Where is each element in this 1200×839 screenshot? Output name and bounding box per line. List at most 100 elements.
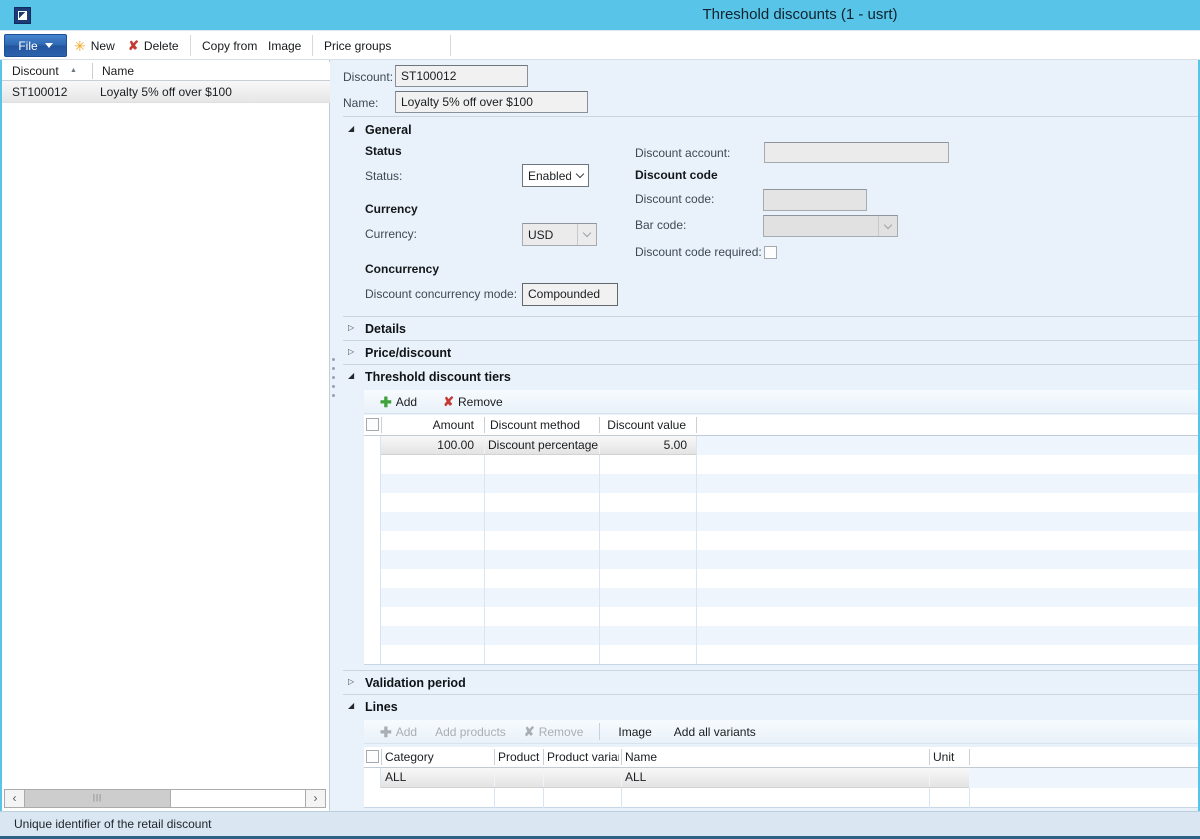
discount-code-field (763, 189, 867, 211)
lines-row-selected[interactable]: ALL ALL (381, 768, 969, 788)
lines-image-button[interactable]: Image (618, 720, 651, 743)
copy-from-button[interactable]: Copy from (202, 34, 257, 57)
sort-ascending-icon: ▲ (70, 67, 77, 74)
column-divider (494, 749, 495, 765)
tiers-grid-body[interactable] (381, 436, 1198, 664)
section-header-validation-period[interactable]: ▷ Validation period (343, 674, 1198, 694)
name-field[interactable]: Loyalty 5% off over $100 (395, 91, 588, 113)
lines-row-right-stripe (969, 768, 1198, 788)
status-select[interactable]: Enabled (522, 164, 589, 187)
section-header-lines[interactable]: ◢ Lines (343, 698, 1198, 718)
threshold-discounts-window: Threshold discounts (1 - usrt) File ✳ Ne… (0, 0, 1200, 839)
section-divider (343, 670, 1198, 671)
column-divider (696, 417, 697, 433)
price-groups-label: Price groups (324, 39, 391, 53)
lines-column-product-variant[interactable]: Product variant (547, 747, 619, 767)
toolbar-separator (312, 35, 313, 56)
price-groups-button[interactable]: Price groups (324, 34, 391, 57)
tiers-grid-header: Amount Discount method Discount value (364, 415, 1198, 436)
records-horizontal-scrollbar[interactable]: ‹ ||| › (4, 789, 326, 808)
column-divider (484, 417, 485, 433)
discount-account-label: Discount account: (635, 146, 730, 160)
lines-select-all-checkbox[interactable] (366, 750, 379, 763)
chevron-down-icon (878, 216, 897, 236)
status-bar: Unique identifier of the retail discount (0, 811, 1200, 836)
line-name-cell: ALL (625, 768, 925, 787)
discount-field[interactable]: ST100012 (395, 65, 528, 87)
new-button[interactable]: ✳ New (74, 34, 115, 57)
grid-column-line (969, 788, 970, 808)
column-header-name[interactable]: Name (92, 62, 330, 80)
line-product-cell (498, 768, 539, 787)
tiers-select-all-checkbox[interactable] (366, 418, 379, 431)
line-product-variant-cell (547, 768, 617, 787)
section-divider (343, 694, 1198, 695)
tier-amount-cell: 100.00 (381, 436, 479, 454)
new-button-label: New (91, 39, 115, 53)
app-icon (14, 7, 31, 24)
tiers-column-method[interactable]: Discount method (490, 415, 595, 435)
lines-empty-row[interactable] (364, 788, 1198, 808)
currency-label: Currency: (365, 227, 417, 241)
grid-column-line (543, 788, 544, 808)
collapsed-triangle-icon: ▷ (348, 348, 354, 356)
tiers-row-selected[interactable]: 100.00 Discount percentage 5.00 (381, 436, 696, 455)
lines-column-product[interactable]: Product (498, 747, 542, 767)
name-field-label: Name: (343, 96, 378, 110)
discount-account-field (764, 142, 949, 163)
tiers-toolbar: ✚ Add ✘ Remove (364, 390, 1198, 414)
currency-group-label: Currency (365, 202, 418, 216)
tier-method-cell: Discount percentage (488, 436, 596, 454)
tiers-remove-button[interactable]: ✘ Remove (443, 390, 503, 413)
lines-grid-header: Category Product Product variant Name Un… (364, 747, 1198, 768)
discount-code-required-checkbox[interactable] (764, 246, 777, 259)
collapsed-triangle-icon: ▷ (348, 324, 354, 332)
delete-icon: ✘ (128, 39, 139, 52)
grid-column-line (621, 788, 622, 808)
tiers-column-amount[interactable]: Amount (381, 415, 479, 435)
records-panel (2, 60, 330, 811)
toolbar-separator (599, 723, 600, 740)
add-icon: ✚ (380, 395, 392, 409)
tier-value-cell: 5.00 (601, 436, 691, 454)
section-header-price-discount[interactable]: ▷ Price/discount (343, 344, 1198, 364)
concurrency-mode-field[interactable]: Compounded (522, 283, 618, 306)
record-row-selected[interactable]: ST100012 Loyalty 5% off over $100 (2, 81, 330, 103)
scroll-right-button[interactable]: › (305, 790, 325, 807)
chevron-down-icon (577, 224, 596, 245)
delete-button-label: Delete (144, 39, 179, 53)
remove-icon: ✘ (443, 395, 454, 408)
delete-button[interactable]: ✘ Delete (128, 34, 179, 57)
chevron-down-icon (45, 43, 53, 48)
image-button[interactable]: Image (268, 34, 301, 57)
scrollbar-thumb[interactable]: ||| (25, 790, 171, 807)
column-header-discount[interactable]: Discount (2, 62, 92, 80)
grid-column-line (494, 788, 495, 808)
lines-column-name[interactable]: Name (625, 747, 925, 767)
records-grid-header: Discount ▲ Name (2, 62, 330, 81)
tiers-column-value[interactable]: Discount value (599, 415, 691, 435)
lines-column-unit[interactable]: Unit (933, 747, 967, 767)
discount-code-required-label: Discount code required: (635, 245, 762, 259)
lines-add-all-variants-button[interactable]: Add all variants (674, 720, 756, 743)
line-category-cell: ALL (385, 768, 490, 787)
app-icon-glyph (18, 11, 27, 20)
scroll-left-button[interactable]: ‹ (5, 790, 25, 807)
lines-column-category[interactable]: Category (385, 747, 493, 767)
window-title: Threshold discounts (1 - usrt) (550, 6, 1050, 23)
bar-code-combo (763, 215, 898, 237)
section-header-tiers[interactable]: ◢ Threshold discount tiers (343, 368, 1198, 388)
discount-code-label: Discount code: (635, 192, 714, 206)
copy-from-label: Copy from (202, 39, 257, 53)
main-toolbar (0, 30, 1200, 60)
remove-icon: ✘ (524, 725, 535, 738)
grid-column-line (696, 436, 697, 664)
status-label: Status: (365, 169, 402, 183)
panel-splitter[interactable] (331, 358, 335, 402)
file-menu-button[interactable]: File (4, 34, 67, 57)
section-header-details[interactable]: ▷ Details (343, 320, 1198, 340)
tiers-add-button[interactable]: ✚ Add (380, 390, 417, 413)
concurrency-group-label: Concurrency (365, 262, 439, 276)
record-discount-cell: ST100012 (12, 81, 67, 103)
section-header-general[interactable]: ◢ General (343, 121, 1198, 141)
